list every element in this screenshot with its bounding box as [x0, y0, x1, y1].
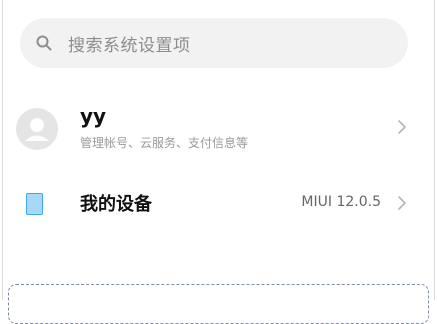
device-icon: [26, 193, 43, 215]
search-placeholder: 搜索系统设置项: [68, 35, 191, 56]
avatar-placeholder-icon: [16, 108, 58, 150]
chevron-right-icon: [398, 120, 406, 134]
account-subtitle: 管理帐号、云服务、支付信息等: [80, 136, 249, 150]
account-row[interactable]: yy 管理帐号、云服务、支付信息等: [0, 98, 437, 162]
search-icon: [36, 35, 52, 51]
dashed-highlight-box: [8, 284, 429, 324]
account-name: yy: [80, 104, 107, 128]
search-bar[interactable]: 搜索系统设置项: [20, 18, 408, 68]
my-device-row[interactable]: 我的设备 MIUI 12.0.5: [0, 178, 437, 230]
miui-version-value: MIUI 12.0.5: [301, 194, 381, 210]
my-device-label: 我的设备: [80, 194, 152, 215]
chevron-right-icon: [398, 196, 406, 210]
